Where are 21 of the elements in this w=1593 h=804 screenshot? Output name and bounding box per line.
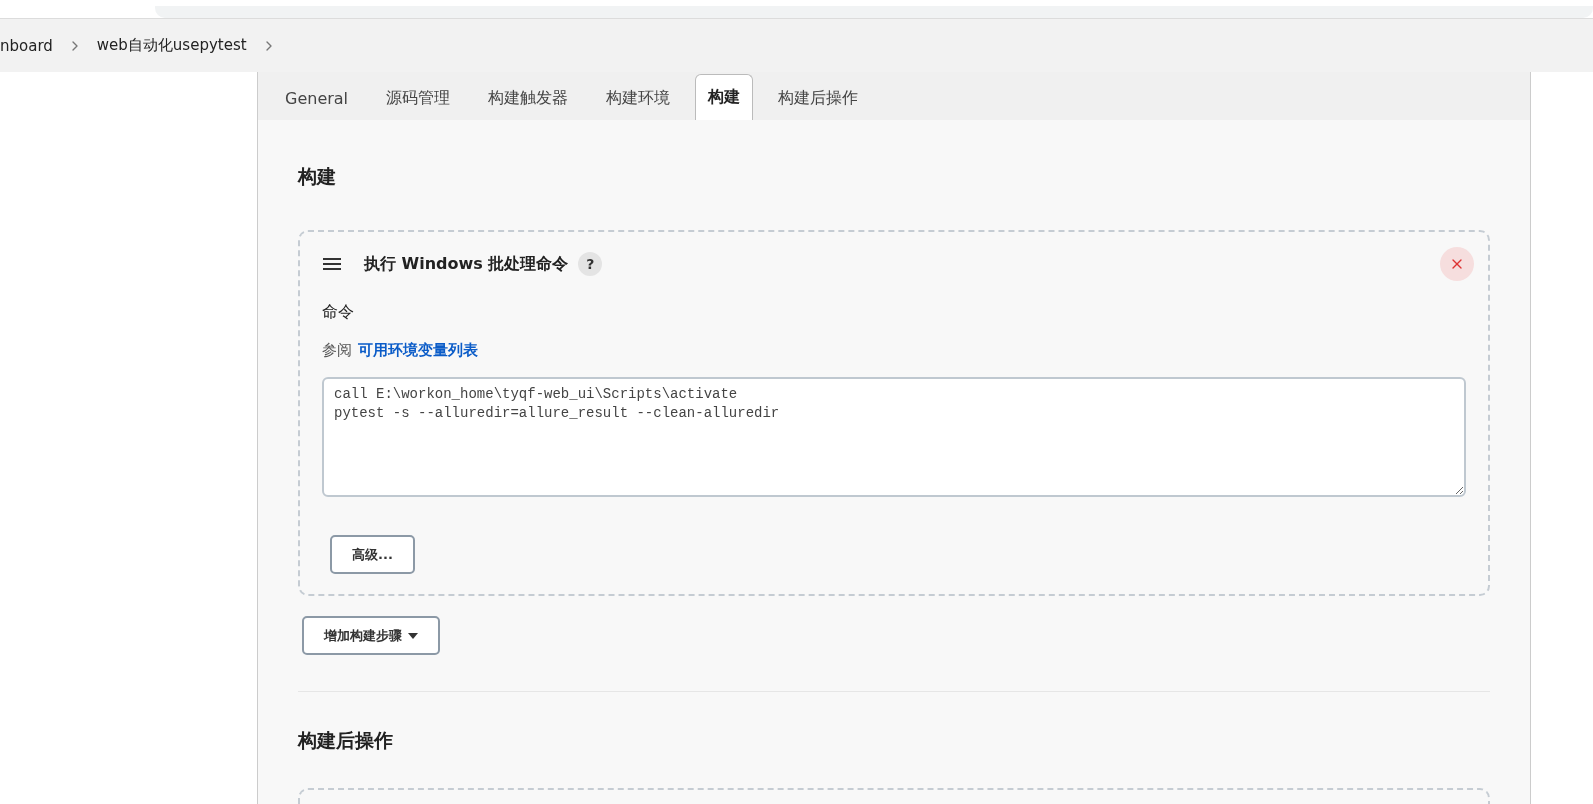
tab[interactable]: 构建	[695, 74, 754, 120]
advanced-button[interactable]: 高级...	[330, 535, 415, 574]
env-vars-link[interactable]: 可用环境变量列表	[358, 341, 478, 360]
add-build-step-button[interactable]: 增加构建步骤	[302, 616, 440, 655]
breadcrumb-link[interactable]: nboard	[0, 36, 53, 55]
tab[interactable]: 构建环境	[593, 76, 684, 120]
see-text: 参阅	[322, 341, 352, 360]
drag-handle-icon[interactable]	[322, 257, 342, 271]
field-label: 命令	[322, 302, 355, 323]
breadcrumb-link[interactable]: web自动化usepytest	[96, 36, 247, 55]
help-icon[interactable]: ?	[578, 252, 603, 276]
command-input-field[interactable]: call E:\workon_home\tyqf-web_ui\Scripts\activate pytest -s --alluredir=allure_result --clean-alluredir	[322, 377, 1466, 497]
close-button[interactable]	[1440, 247, 1474, 281]
step-title: 执行 Windows 批处理命令	[364, 253, 569, 275]
caret-icon	[408, 632, 418, 639]
section-title: 构建后操作	[298, 728, 394, 753]
tab[interactable]: General	[272, 76, 362, 120]
tab[interactable]: 源码管理	[373, 76, 464, 120]
section-title: 构建	[298, 164, 337, 189]
tab[interactable]: 构建后操作	[765, 76, 872, 120]
tab[interactable]: 构建触发器	[475, 76, 582, 120]
